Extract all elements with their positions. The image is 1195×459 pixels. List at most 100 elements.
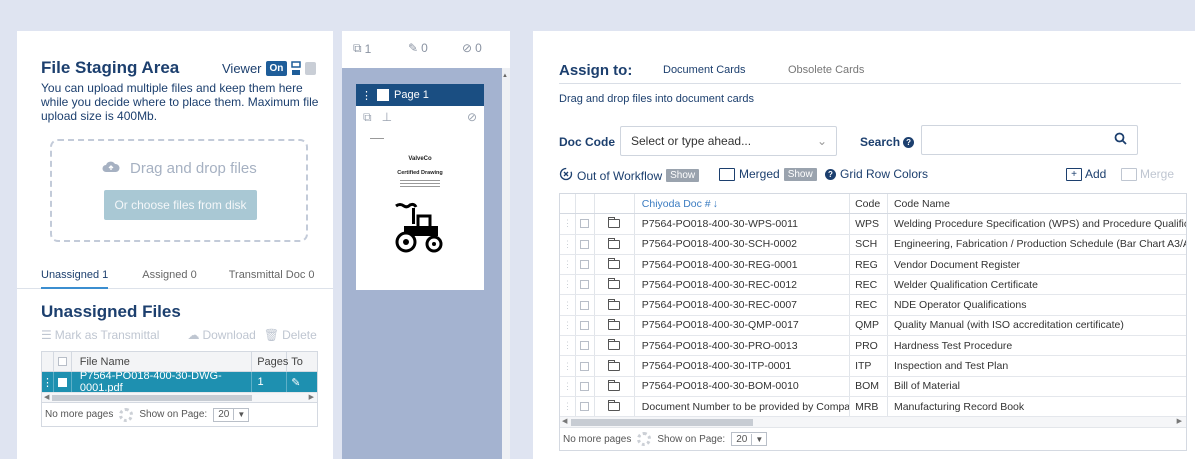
doc-code-select[interactable]: Select or type ahead... ⌄: [620, 126, 837, 156]
drag-handle-icon[interactable]: ⋮: [361, 89, 372, 102]
row-checkbox[interactable]: [576, 214, 595, 234]
page-size-select[interactable]: 20 ▼: [731, 432, 768, 447]
search-icon[interactable]: [1114, 132, 1127, 148]
table-row[interactable]: ⋮ P7564-PO018-400-30-PRO-0013 PRO Hardness …: [560, 336, 1186, 357]
tab-obsolete-cards[interactable]: Obsolete Cards: [788, 64, 864, 76]
code-header[interactable]: Code: [850, 194, 888, 214]
row-checkbox[interactable]: [576, 254, 595, 275]
code-cell: REC: [850, 295, 888, 315]
drag-handle-icon[interactable]: ⋮: [560, 214, 576, 234]
row-checkbox[interactable]: [576, 234, 595, 254]
chiyoda-doc-header[interactable]: Chiyoda Doc # ↓: [635, 194, 851, 214]
page-size-select[interactable]: 20 ▼: [213, 407, 250, 422]
row-checkbox[interactable]: [54, 372, 72, 392]
search-input[interactable]: [921, 125, 1138, 155]
row-checkbox[interactable]: [576, 396, 595, 417]
tab-assigned[interactable]: Assigned 0: [142, 265, 196, 288]
folder-icon[interactable]: [595, 356, 635, 376]
single-view-icon[interactable]: [305, 62, 317, 75]
delete-button[interactable]: 🗑 Delete: [264, 328, 317, 342]
drag-handle-icon[interactable]: ⋮: [560, 275, 576, 295]
drag-handle-icon[interactable]: ⋮: [560, 356, 576, 376]
scroll-thumb[interactable]: [571, 419, 753, 427]
viewer-on-badge[interactable]: On: [265, 61, 288, 76]
mark-transmittal-button[interactable]: ☰ Mark as Transmittal: [41, 328, 159, 342]
add-button[interactable]: + Add: [1066, 167, 1106, 181]
drag-handle-icon[interactable]: ⋮: [560, 254, 576, 275]
file-name-header[interactable]: File Name: [72, 352, 253, 371]
edited-counter[interactable]: ✎ 0: [408, 41, 428, 55]
pages-counter[interactable]: ⧉ 1: [353, 41, 371, 56]
out-of-workflow-show-button[interactable]: Show: [666, 169, 700, 182]
scroll-right-icon[interactable]: ▶: [1177, 417, 1182, 425]
help-icon[interactable]: ?: [903, 136, 915, 148]
scroll-up-icon[interactable]: ▲: [502, 73, 508, 79]
grid-row-colors-option[interactable]: ? Grid Row Colors: [825, 167, 928, 181]
drag-handle-icon[interactable]: ⋮: [560, 295, 576, 315]
table-row[interactable]: ⋮ P7564-PO018-400-30-BOM-0010 BOM Bill of M…: [560, 376, 1186, 397]
scroll-left-icon[interactable]: ◀: [44, 393, 49, 401]
scroll-thumb[interactable]: [52, 395, 252, 401]
table-row[interactable]: ⋮ P7564-PO018-400-30-QMP-0017 QMP Quality M…: [560, 315, 1186, 337]
download-label: Download: [202, 328, 256, 342]
page-thumbnail-card[interactable]: ⋮ Page 1 ⧉ ⊥ ⊘ ValveCo Certified Drawing: [356, 84, 484, 290]
row-checkbox[interactable]: [576, 356, 595, 376]
folder-icon[interactable]: [595, 234, 635, 254]
table-row[interactable]: ⋮ P7564-PO018-400-30-REG-0001 REG Vendor Do…: [560, 254, 1186, 276]
split-view-icon[interactable]: [291, 61, 302, 76]
viewer-toggle[interactable]: Viewer On: [222, 61, 317, 76]
drag-handle-icon[interactable]: ⋮: [42, 372, 54, 392]
tab-unassigned[interactable]: Unassigned 1: [41, 265, 109, 289]
merge-button[interactable]: Merge: [1121, 167, 1174, 181]
drag-handle-icon[interactable]: ⋮: [560, 315, 576, 336]
select-all-checkbox[interactable]: [54, 352, 72, 371]
to-header[interactable]: To: [287, 352, 317, 371]
table-row[interactable]: ⋮ P7564-PO018-400-30-ITP-0001 ITP Inspectio…: [560, 356, 1186, 377]
code-name-cell: Inspection and Test Plan: [893, 360, 1009, 373]
vertical-scrollbar[interactable]: ▲: [502, 68, 510, 459]
row-checkbox[interactable]: [576, 275, 595, 295]
table-row[interactable]: ⋮ P7564-PO018-400-30-DWG-0001.pdf 1 ✎: [42, 370, 317, 394]
scroll-left-icon[interactable]: ◀: [562, 417, 567, 425]
excluded-counter[interactable]: ⊘ 0: [462, 41, 482, 55]
row-checkbox[interactable]: [576, 315, 595, 336]
row-checkbox[interactable]: [576, 376, 595, 396]
table-row[interactable]: ⋮ P7564-PO018-400-30-REC-0012 REC Welder Qu…: [560, 275, 1186, 296]
split-page-icon[interactable]: ⧉: [363, 110, 372, 125]
assign-title: Assign to:: [559, 62, 633, 79]
table-row[interactable]: ⋮ P7564-PO018-400-30-SCH-0002 SCH Engineeri…: [560, 234, 1186, 255]
table-row[interactable]: ⋮ Document Number to be provided by Compa…: [560, 396, 1186, 418]
folder-icon[interactable]: [595, 315, 635, 336]
table-row[interactable]: ⋮ P7564-PO018-400-30-WPS-0011 WPS Welding P…: [560, 214, 1186, 235]
row-checkbox[interactable]: [576, 295, 595, 315]
tab-document-cards[interactable]: Document Cards: [663, 64, 746, 76]
file-dropzone[interactable]: Drag and drop files Or choose files from…: [50, 139, 308, 242]
table-row[interactable]: ⋮ P7564-PO018-400-30-REC-0007 REC NDE Opera…: [560, 295, 1186, 316]
drag-handle-icon[interactable]: ⋮: [560, 396, 576, 417]
folder-icon[interactable]: [595, 396, 635, 417]
stamp-icon[interactable]: ⊥: [382, 110, 392, 124]
exclude-page-icon[interactable]: ⊘: [467, 110, 477, 124]
drag-handle-icon[interactable]: ⋮: [560, 376, 576, 396]
drag-handle-icon[interactable]: ⋮: [560, 234, 576, 254]
code-name-header[interactable]: Code Name: [888, 194, 1186, 213]
page-checkbox[interactable]: [377, 89, 389, 101]
merged-label: Merged: [739, 167, 780, 181]
pages-header[interactable]: Pages: [252, 352, 288, 371]
folder-icon[interactable]: [595, 376, 635, 396]
drag-handle-icon[interactable]: ⋮: [560, 336, 576, 356]
pencil-icon[interactable]: ✎: [287, 372, 317, 392]
horizontal-scrollbar[interactable]: ◀ ▶: [42, 392, 317, 402]
row-checkbox[interactable]: [576, 336, 595, 356]
tab-transmittal-doc[interactable]: Transmittal Doc 0: [229, 265, 315, 288]
choose-files-button[interactable]: Or choose files from disk: [104, 190, 257, 220]
download-button[interactable]: ☁ Download: [187, 328, 255, 342]
folder-icon[interactable]: [595, 295, 635, 315]
merged-show-button[interactable]: Show: [783, 167, 817, 181]
folder-icon[interactable]: [595, 254, 635, 275]
folder-icon[interactable]: [595, 275, 635, 295]
horizontal-scrollbar[interactable]: ◀ ▶: [560, 417, 1186, 429]
scroll-right-icon[interactable]: ▶: [309, 393, 314, 401]
folder-icon[interactable]: [595, 336, 635, 356]
folder-icon[interactable]: [595, 214, 635, 234]
